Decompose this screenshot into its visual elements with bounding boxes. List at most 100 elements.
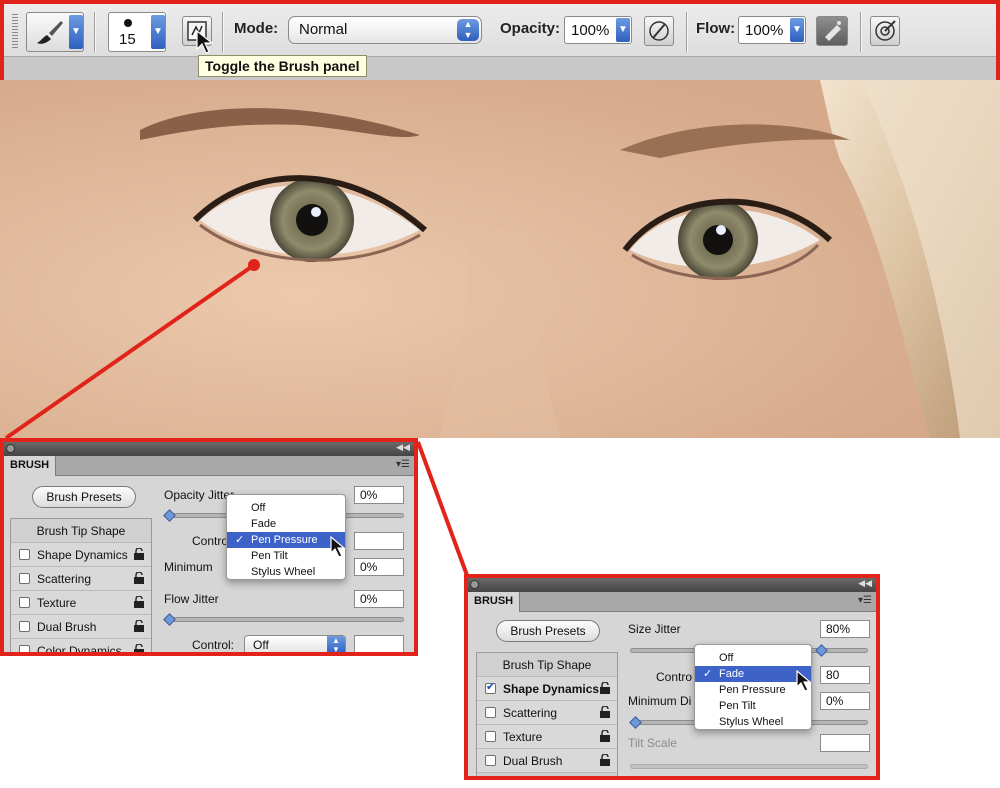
checkbox[interactable] <box>19 621 30 632</box>
checkbox[interactable] <box>19 573 30 584</box>
mode-label: Mode: <box>234 20 279 37</box>
flow-arrow-icon[interactable]: ▼ <box>790 18 804 42</box>
opacity-jitter-field[interactable]: 0% <box>354 486 404 504</box>
panel-menu-icon[interactable]: ▾☰ <box>858 595 872 606</box>
tool-preset-arrow-icon[interactable]: ▼ <box>69 15 83 49</box>
checkbox[interactable] <box>19 645 30 652</box>
separator <box>94 12 95 52</box>
separator <box>860 12 861 52</box>
flow-field[interactable]: 100% ▼ <box>738 16 806 44</box>
list-item-label: Dual Brush <box>503 754 563 768</box>
brush-preset-picker[interactable]: 15 ▼ <box>108 12 166 52</box>
control-field[interactable] <box>354 532 404 550</box>
minimum-diameter-label: Minimum Di <box>628 694 692 708</box>
menu-item-pen-tilt[interactable]: Pen Tilt <box>695 698 811 714</box>
list-item-texture[interactable]: Texture <box>477 725 617 749</box>
lock-icon[interactable] <box>133 644 145 656</box>
menu-item-fade[interactable]: Fade <box>227 516 345 532</box>
brush-preset-arrow-icon[interactable]: ▼ <box>151 15 165 49</box>
list-item-color-dynamics[interactable]: Color Dynamics <box>11 639 151 656</box>
tab-brush[interactable]: BRUSH <box>4 456 57 476</box>
list-item-scattering[interactable]: Scattering <box>477 701 617 725</box>
list-item-brush-tip-shape[interactable]: Brush Tip Shape <box>11 519 151 543</box>
lock-icon[interactable] <box>599 706 611 719</box>
list-item-texture[interactable]: Texture <box>11 591 151 615</box>
list-item-label: Scattering <box>503 706 558 720</box>
opacity-arrow-icon[interactable]: ▼ <box>616 18 630 42</box>
opacity-pressure-button[interactable] <box>644 16 674 46</box>
checkbox-checked[interactable] <box>485 680 496 694</box>
brush-presets-button[interactable]: Brush Presets <box>32 486 136 508</box>
minimum-diameter-field[interactable]: 0% <box>820 692 870 710</box>
menu-item-stylus-wheel[interactable]: Stylus Wheel <box>695 714 811 730</box>
checkbox[interactable] <box>485 731 496 742</box>
lock-icon[interactable] <box>133 572 145 585</box>
opacity-field[interactable]: 100% ▼ <box>564 16 632 44</box>
panel-title-bar[interactable]: ◀◀ <box>4 442 414 456</box>
close-icon[interactable] <box>6 444 15 453</box>
lock-icon[interactable] <box>133 548 145 561</box>
lock-icon[interactable] <box>599 730 611 743</box>
control2-label: Control: <box>192 638 235 652</box>
menu-item-pen-pressure[interactable]: ✓ Pen Pressure <box>227 532 345 548</box>
size-pressure-button[interactable] <box>870 16 900 46</box>
list-item-brush-tip-shape[interactable]: Brush Tip Shape <box>477 653 617 677</box>
panel-menu-icon[interactable]: ▾☰ <box>396 459 410 470</box>
lock-icon[interactable] <box>599 754 611 767</box>
mouse-pointer-icon <box>796 670 812 692</box>
list-item-shape-dynamics[interactable]: Shape Dynamics <box>477 677 617 701</box>
list-item-dual-brush[interactable]: Dual Brush <box>11 615 151 639</box>
flow-jitter-field[interactable]: 0% <box>354 590 404 608</box>
checkbox[interactable] <box>485 755 496 766</box>
collapse-icon[interactable]: ◀◀ <box>396 442 410 453</box>
mouse-pointer-icon <box>196 30 214 54</box>
lock-icon[interactable] <box>133 620 145 633</box>
brush-presets-button[interactable]: Brush Presets <box>496 620 600 642</box>
slider-thumb[interactable] <box>629 716 642 729</box>
tab-brush[interactable]: BRUSH <box>468 592 521 612</box>
panel-title-bar[interactable]: ◀◀ <box>468 578 876 592</box>
menu-item-pen-pressure[interactable]: Pen Pressure <box>695 682 811 698</box>
toolbar-grip[interactable] <box>12 14 18 48</box>
tilt-scale-slider[interactable] <box>630 764 868 769</box>
airbrush-button[interactable] <box>816 16 848 46</box>
checkbox[interactable] <box>19 597 30 608</box>
menu-item-off[interactable]: Off <box>227 500 345 516</box>
brush-panel-left: ◀◀ BRUSH ▾☰ Brush Presets Brush Tip Shap… <box>0 438 418 656</box>
control2-field[interactable] <box>354 635 404 652</box>
tilt-scale-field[interactable] <box>820 734 870 752</box>
mode-select[interactable]: Normal ▲ ▼ <box>288 16 482 44</box>
menu-item-pen-tilt[interactable]: Pen Tilt <box>227 548 345 564</box>
control2-select[interactable]: Off ▲ ▼ <box>244 635 346 652</box>
lock-icon[interactable] <box>599 682 611 695</box>
checkbox[interactable] <box>19 549 30 560</box>
menu-item-fade[interactable]: ✓ Fade <box>695 666 811 682</box>
slider-thumb[interactable] <box>163 613 176 626</box>
menu-item-label: Fade <box>719 668 745 680</box>
mode-value: Normal <box>299 21 348 38</box>
slider-thumb[interactable] <box>163 509 176 522</box>
menu-item-stylus-wheel[interactable]: Stylus Wheel <box>227 564 345 580</box>
size-jitter-field[interactable]: 80% <box>820 620 870 638</box>
collapse-icon[interactable]: ◀◀ <box>858 578 872 589</box>
flow-jitter-slider[interactable] <box>163 613 404 626</box>
list-item-shape-dynamics[interactable]: Shape Dynamics <box>11 543 151 567</box>
flow-label: Flow: <box>696 20 736 37</box>
close-icon[interactable] <box>470 580 479 589</box>
panel-tab-bar: BRUSH ▾☰ <box>468 592 876 612</box>
list-item-scattering[interactable]: Scattering <box>11 567 151 591</box>
options-bar: ▼ 15 ▼ Mode: Normal ▲▼ Opacity: 100% ▼ <box>0 0 1000 80</box>
control-fade-steps-field[interactable]: 80 <box>820 666 870 684</box>
slider-thumb[interactable] <box>815 644 828 657</box>
brush-options-list: Brush Tip Shape Shape Dynamics Scatterin… <box>10 518 152 656</box>
tool-preset-picker[interactable]: ▼ <box>26 12 84 52</box>
list-item-dual-brush[interactable]: Dual Brush <box>477 749 617 773</box>
pen-pressure-size-icon <box>875 20 896 41</box>
panel-tab-bar: BRUSH ▾☰ <box>4 456 414 476</box>
menu-item-off[interactable]: Off <box>695 650 811 666</box>
flow-jitter-label: Flow Jitter <box>164 592 219 606</box>
checkbox[interactable] <box>485 707 496 718</box>
minimum-field[interactable]: 0% <box>354 558 404 576</box>
minimum-label: Minimum <box>164 560 213 574</box>
lock-icon[interactable] <box>133 596 145 609</box>
